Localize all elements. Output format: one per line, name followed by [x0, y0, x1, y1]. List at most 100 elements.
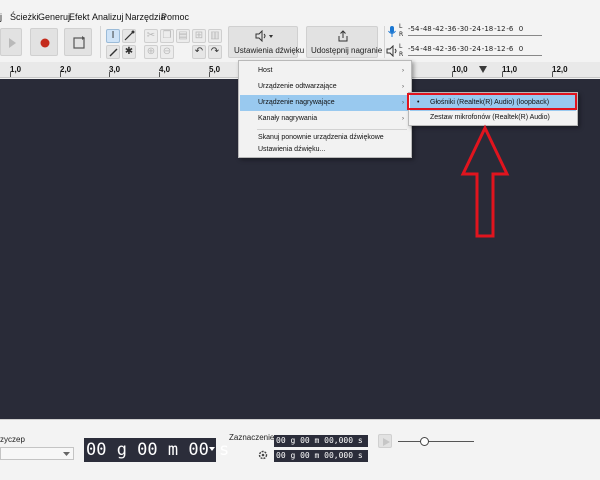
meter-bar — [408, 35, 542, 36]
meter-tick-label: -18 — [481, 45, 494, 53]
chevron-right-icon: › — [402, 84, 404, 90]
ruler-label: 11,0 — [502, 65, 518, 74]
selection-end-field[interactable]: 00 g 00 m 00,000 s — [274, 450, 368, 462]
ruler-tick — [109, 72, 110, 77]
menu-item-host[interactable]: Host › — [240, 63, 410, 79]
meter-tick-label: -12 — [494, 45, 506, 53]
redo-icon[interactable]: ↷ — [208, 45, 222, 59]
time-format-chevron-icon[interactable] — [209, 447, 215, 452]
loop-button[interactable] — [64, 28, 92, 56]
bottom-bar: zyczep 00 g 00 m 00 s Zaznaczenie 00 g 0… — [0, 419, 600, 480]
meter-tick-label: -36 — [444, 25, 457, 33]
cut-icon[interactable]: ✂ — [144, 29, 158, 43]
meter-tick-label: -42 — [432, 25, 445, 33]
meter-tick-label: -36 — [444, 45, 457, 53]
playback-speaker-icon[interactable] — [386, 45, 398, 57]
share-icon — [338, 30, 348, 42]
ruler-label: 5,0 — [209, 65, 221, 74]
play-icon — [383, 438, 390, 446]
menu-item-label: Host — [258, 67, 273, 74]
playhead-marker-icon[interactable] — [478, 65, 488, 75]
slider-track — [398, 441, 474, 442]
audio-setup-button[interactable]: Ustawienia dźwięku — [228, 26, 304, 58]
ruler-label: 1,0 — [10, 65, 22, 74]
recording-meter[interactable]: -54 -48 -42 -36 -30 -24 -18 -12 -6 0 — [408, 22, 548, 40]
undo-icon[interactable]: ↶ — [192, 45, 206, 59]
menu-item-recording-channels[interactable]: Kanały nagrywania › — [240, 111, 410, 127]
ruler-tick — [60, 72, 61, 77]
multi-tool-icon[interactable]: ✱ — [122, 45, 136, 59]
selection-settings-gear-icon[interactable] — [257, 449, 269, 461]
chevron-down-icon — [63, 452, 70, 456]
toolbar: I ✱ ✂ ❐ ▤ ⊞ ▥ ⊕ ⊖ ↶ ↷ Ustawienia dźwięku — [0, 22, 600, 62]
meter-tick-label: -48 — [420, 25, 432, 33]
playback-meter[interactable]: -54 -48 -42 -36 -30 -24 -18 -12 -6 0 — [408, 42, 548, 60]
snap-dropdown[interactable] — [0, 447, 74, 460]
microphone-icon[interactable] — [387, 25, 397, 39]
menu-item-recording-device[interactable]: Urządzenie nagrywające › — [240, 95, 410, 111]
selection-start-field[interactable]: 00 g 00 m 00,000 s — [274, 435, 368, 447]
time-display[interactable]: 00 g 00 m 00 s — [84, 438, 229, 462]
playback-meter-left-label: L — [399, 43, 403, 50]
meter-tick-label: -12 — [494, 25, 506, 33]
trim-icon[interactable]: ⊞ — [192, 29, 206, 43]
selection-label: Zaznaczenie — [229, 433, 275, 442]
silence-icon[interactable]: ▥ — [208, 29, 222, 43]
paste-icon[interactable]: ▤ — [176, 29, 190, 43]
meter-tick-label: -24 — [469, 45, 481, 53]
ruler-tick — [10, 72, 11, 77]
chevron-right-icon: › — [402, 116, 404, 122]
annotation-up-arrow — [460, 124, 510, 238]
meter-tick-label: -48 — [420, 45, 432, 53]
record-meter-left-label: L — [399, 23, 403, 30]
menu-item-help[interactable]: Pomoc — [161, 12, 189, 22]
menu-item-audio-settings[interactable]: Ustawienia dźwięku... — [240, 142, 410, 158]
ruler-label: 3,0 — [109, 65, 121, 74]
meter-tick-label: 0 — [518, 45, 524, 53]
slider-thumb[interactable] — [420, 437, 429, 446]
copy-icon[interactable]: ❐ — [160, 29, 174, 43]
ruler-tick — [159, 72, 160, 77]
menu-item-analyze[interactable]: Analizuj — [92, 12, 124, 22]
draw-tool-icon[interactable] — [106, 45, 120, 59]
meter-tick-label: -6 — [506, 45, 514, 53]
zoom-out-icon[interactable]: ⊖ — [160, 45, 174, 59]
ruler-label: 2,0 — [60, 65, 72, 74]
toolbar-separator — [100, 26, 101, 58]
ruler-label: 12,0 — [552, 65, 568, 74]
play-at-speed-button[interactable] — [378, 434, 392, 448]
audio-setup-menu: Host › Urządzenie odtwarzające › Urządze… — [238, 60, 412, 158]
envelope-tool-icon[interactable] — [122, 29, 136, 43]
chevron-right-icon: › — [402, 100, 404, 106]
share-audio-button[interactable]: Udostępnij nagranie — [306, 26, 382, 58]
audio-setup-label: Ustawienia dźwięku — [234, 46, 305, 55]
audacity-window: j Ścieżki Generuj Efekt Analizuj Narzędz… — [0, 0, 600, 480]
play-icon — [9, 38, 16, 48]
record-icon — [40, 38, 50, 48]
toolbar-separator — [384, 26, 385, 58]
ruler-tick — [452, 72, 453, 77]
meter-bar — [408, 55, 542, 56]
zoom-in-icon[interactable]: ⊕ — [144, 45, 158, 59]
menu-item-label: Zestaw mikrofonów (Realtek(R) Audio) — [430, 114, 550, 121]
menu-item-tools[interactable]: Narzędzia — [125, 12, 166, 22]
menu-item-playback-device[interactable]: Urządzenie odtwarzające › — [240, 79, 410, 95]
share-audio-label: Udostępnij nagranie — [311, 46, 383, 55]
menu-item-tracks[interactable]: Ścieżki — [10, 12, 39, 22]
playback-speed-slider[interactable] — [398, 434, 476, 448]
menu-item-effect[interactable]: Efekt — [69, 12, 90, 22]
meter-tick-label: -54 — [408, 25, 420, 33]
selection-end-text: 00 g 00 m 00,000 s — [276, 451, 363, 460]
play-button[interactable] — [0, 28, 22, 56]
record-button[interactable] — [30, 28, 58, 56]
playback-meter-right-label: R — [399, 51, 404, 58]
meter-tick-label: -24 — [469, 25, 481, 33]
meter-tick-label: -30 — [457, 25, 469, 33]
ruler-tick — [552, 72, 553, 77]
menu-item-generate[interactable]: Generuj — [38, 12, 70, 22]
meter-tick-label: -42 — [432, 45, 445, 53]
menu-item-edit[interactable]: j — [0, 12, 2, 22]
selection-tool-icon[interactable]: I — [106, 29, 120, 43]
annotation-highlight-box — [407, 93, 577, 110]
meter-tick-label: -18 — [481, 25, 494, 33]
